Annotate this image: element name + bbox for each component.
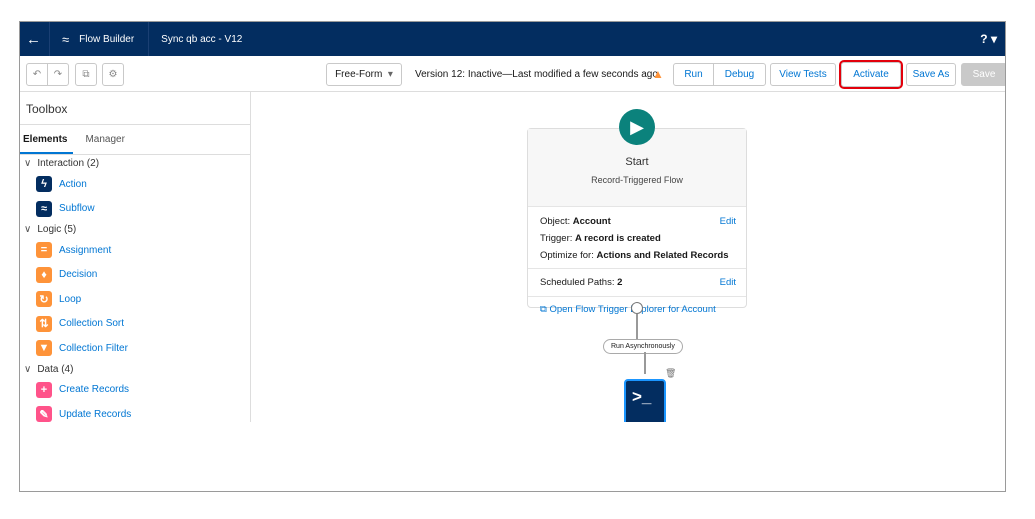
item-label: Collection Filter xyxy=(59,342,128,354)
flow-canvas[interactable]: Start Record-Triggered Flow Object: Acco… xyxy=(251,92,1005,422)
toolbox-item[interactable]: ✎ Update Records xyxy=(20,402,250,427)
section-header[interactable]: ∨ Interaction (2) xyxy=(20,155,250,172)
run-button[interactable]: Run xyxy=(673,63,714,86)
flow-builder-window: ← ≈ Flow Builder Sync qb acc - V12 ? ▾ ↶… xyxy=(19,21,1006,492)
section-label: Logic (5) xyxy=(37,224,77,235)
item-label: Loop xyxy=(59,293,82,305)
action-element[interactable]: >_ xyxy=(624,379,666,422)
warning-icon[interactable]: ▲ xyxy=(652,67,664,81)
item-label: Create Records xyxy=(59,384,130,396)
object-value: Account xyxy=(572,216,611,227)
redo-button[interactable]: ↷ xyxy=(47,63,69,86)
start-subtitle: Record-Triggered Flow xyxy=(591,175,683,185)
start-title: Start xyxy=(625,156,649,168)
lightning-icon: ϟ xyxy=(36,176,52,193)
app-name: Flow Builder xyxy=(79,33,135,45)
toolbox-item[interactable]: ↻ Loop xyxy=(20,287,250,312)
filter-icon: ▼ xyxy=(36,340,52,357)
view-tests-button[interactable]: View Tests xyxy=(770,63,836,86)
decision-icon: ♦ xyxy=(36,266,52,283)
item-label: Update Records xyxy=(59,408,132,420)
flow-icon: ≈ xyxy=(62,31,70,47)
toolbox-item[interactable]: + Create Records xyxy=(20,378,250,403)
section-label: Data (4) xyxy=(37,363,74,375)
app-brand: ≈ Flow Builder xyxy=(50,22,150,56)
play-icon: ▶ xyxy=(619,109,655,145)
item-label: Assignment xyxy=(59,244,112,256)
copy-button[interactable]: ⧉ xyxy=(75,63,97,86)
toolbox-item[interactable]: = Assignment xyxy=(20,238,250,263)
item-label: Subflow xyxy=(59,203,95,215)
update-record-icon: ✎ xyxy=(36,406,52,423)
help-button[interactable]: ? ▾ xyxy=(980,32,997,46)
loop-icon: ↻ xyxy=(36,291,52,308)
debug-button[interactable]: Debug xyxy=(713,63,766,86)
toolbox-item[interactable]: ♦ Decision xyxy=(20,263,250,288)
section-label: Interaction (2) xyxy=(37,158,100,169)
create-record-icon: + xyxy=(36,381,52,398)
tab-elements[interactable]: Elements xyxy=(20,134,74,154)
toolbox-item[interactable]: ≈ Subflow xyxy=(20,197,250,222)
toolbox-panel: Toolbox Elements Manager ∨ Interaction (2… xyxy=(20,92,251,423)
toolbox-item[interactable]: ϟ Action xyxy=(20,172,250,197)
edit-trigger-link[interactable]: Edit xyxy=(720,213,736,230)
equals-icon: = xyxy=(36,242,52,259)
chevron-down-icon: ∨ xyxy=(24,224,32,235)
terminal-icon: >_ xyxy=(632,387,652,406)
external-link-icon: ⧉ xyxy=(540,304,547,315)
version-status: Version 12: Inactive—Last modified a few… xyxy=(415,69,658,80)
chevron-down-icon: ∨ xyxy=(24,158,32,169)
flow-title: Sync qb acc - V12 xyxy=(161,33,243,45)
item-label: Collection Sort xyxy=(59,318,125,330)
tab-manager[interactable]: Manager xyxy=(73,134,130,154)
top-bar: ← ≈ Flow Builder Sync qb acc - V12 ? ▾ xyxy=(20,22,1005,56)
copy-icon: ⧉ xyxy=(82,69,90,80)
connector-line xyxy=(644,352,646,374)
sort-icon: ⇅ xyxy=(36,315,52,332)
chevron-down-icon: ∨ xyxy=(24,363,32,375)
optimize-value: Actions and Related Records xyxy=(596,250,729,261)
path-label[interactable]: Run Asynchronously xyxy=(603,339,683,354)
gear-icon: ⚙ xyxy=(108,69,118,80)
edit-scheduled-link[interactable]: Edit xyxy=(720,277,736,288)
toolbox-title: Toolbox xyxy=(20,92,250,125)
connector-line xyxy=(636,314,638,342)
trigger-value: A record is created xyxy=(575,233,661,244)
activate-button[interactable]: Activate xyxy=(839,60,903,89)
mode-select[interactable]: Free-Form ▾ xyxy=(326,63,402,86)
toolbox-item[interactable]: ▼ Collection Filter xyxy=(20,336,250,361)
save-button[interactable]: Save xyxy=(961,63,1005,86)
start-element[interactable]: Start Record-Triggered Flow Object: Acco… xyxy=(527,128,747,315)
item-label: Decision xyxy=(59,269,98,281)
section-header[interactable]: ∨ Logic (5) xyxy=(20,221,250,238)
undo-button[interactable]: ↶ xyxy=(26,63,48,86)
toolbar: ↶ ↷ ⧉ ⚙ Free-Form ▾ Version 12: Inactive… xyxy=(20,56,1005,92)
toolbox-item[interactable]: ⇅ Collection Sort xyxy=(20,312,250,337)
section-header[interactable]: ∨ Data (4) xyxy=(20,361,250,378)
save-as-button[interactable]: Save As xyxy=(906,63,956,86)
item-label: Action xyxy=(59,178,87,190)
settings-button[interactable]: ⚙ xyxy=(102,63,124,86)
scheduled-paths-value: 2 xyxy=(617,277,623,288)
connector-node[interactable] xyxy=(631,302,643,314)
chevron-down-icon: ▾ xyxy=(387,69,393,80)
trash-icon[interactable]: 🗑 xyxy=(665,368,676,379)
back-button[interactable]: ← xyxy=(20,22,50,56)
flow-icon: ≈ xyxy=(36,200,52,217)
